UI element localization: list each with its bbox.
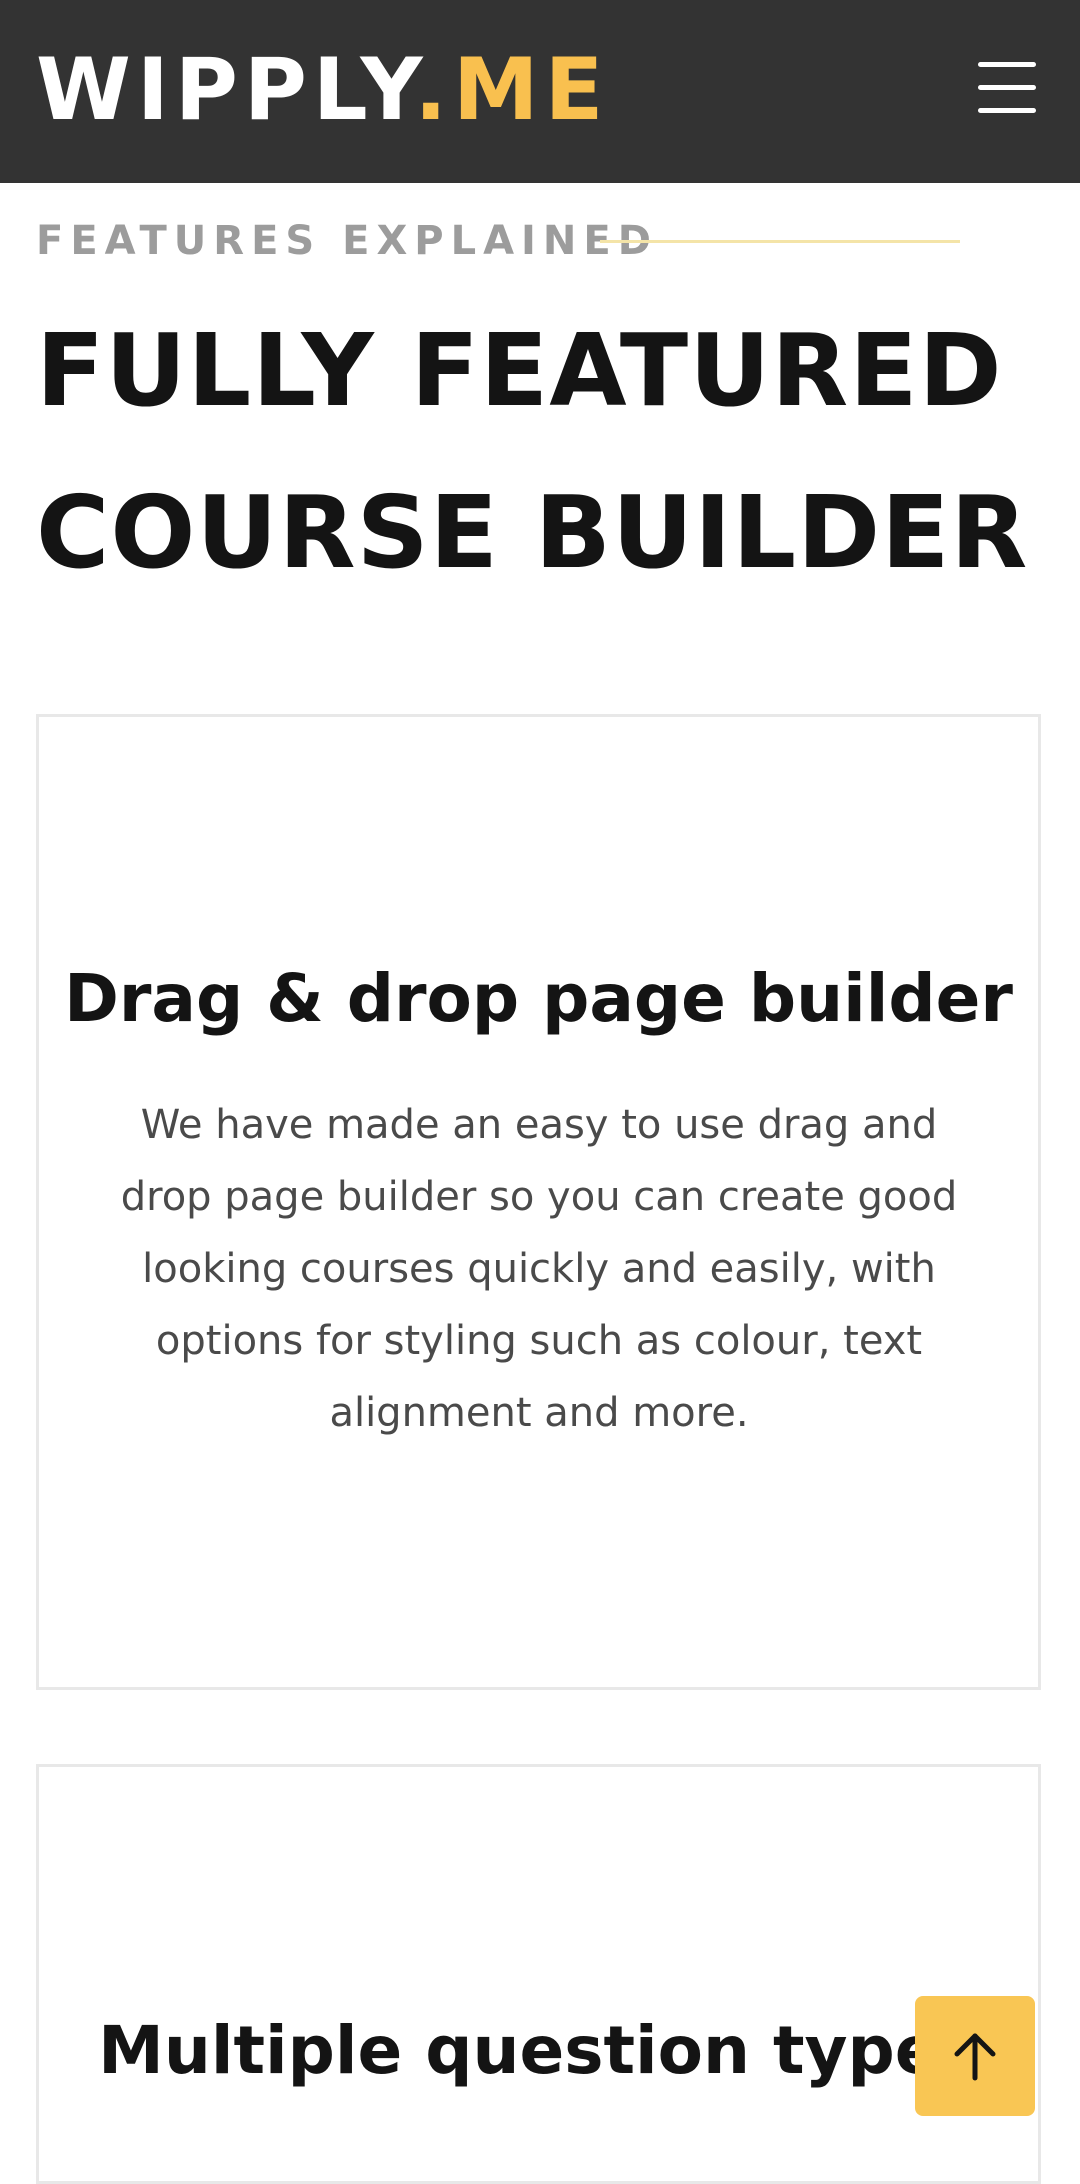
feature-card-title: Drag & drop page builder: [64, 960, 1013, 1037]
feature-card-title: Multiple question types: [98, 2012, 979, 2089]
eyebrow-divider: [600, 240, 960, 243]
menu-bar: [978, 108, 1036, 113]
back-to-top-button[interactable]: [915, 1996, 1035, 2116]
page-headline: FULLY FEATURED COURSE BUILDER: [36, 312, 1029, 591]
arrow-up-icon: [954, 2033, 996, 2081]
logo-accent-text: .ME: [414, 40, 610, 140]
site-logo[interactable]: WIPPLY.ME: [36, 38, 609, 142]
menu-bar: [978, 85, 1036, 90]
logo-main-text: WIPPLY: [36, 40, 415, 140]
hamburger-menu-icon[interactable]: [978, 62, 1036, 114]
section-eyebrow: FEATURES EXPLAINED: [36, 218, 658, 264]
site-header: WIPPLY.ME: [0, 0, 1080, 183]
feature-card: Drag & drop page builder We have made an…: [36, 714, 1041, 1690]
menu-bar: [978, 62, 1036, 67]
feature-card-description: We have made an easy to use drag and dro…: [120, 1102, 958, 1436]
feature-card: Multiple question types: [36, 1764, 1041, 2184]
